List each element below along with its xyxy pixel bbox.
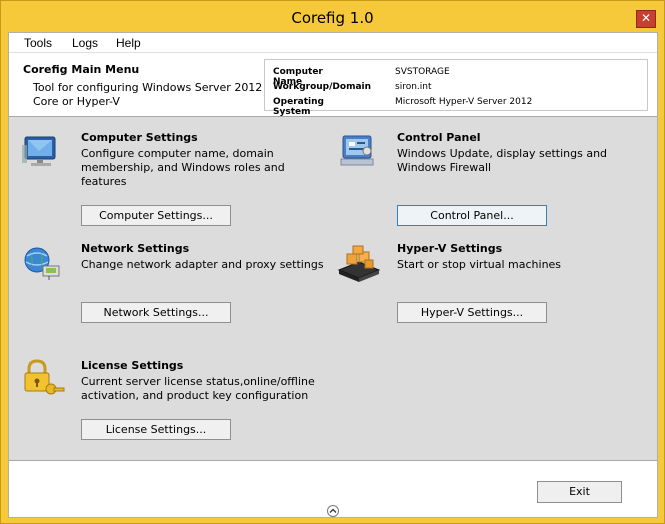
footer: Exit (9, 462, 657, 517)
menu-logs[interactable]: Logs (72, 36, 98, 50)
section-description: Windows Update, display settings and Win… (397, 147, 608, 174)
section-description: Current server license status,online/off… (81, 375, 315, 402)
section-description: Change network adapter and proxy setting… (81, 258, 324, 271)
menu-help[interactable]: Help (116, 36, 141, 50)
window-title: Corefig 1.0 (291, 9, 374, 27)
title-bar[interactable]: Corefig 1.0 ✕ (1, 1, 664, 31)
key-lock-icon (24, 359, 65, 395)
server-boxes-icon (337, 245, 381, 282)
info-label: Workgroup/Domain (273, 82, 372, 92)
header-panel: Corefig Main Menu Tool for configuring W… (9, 54, 657, 117)
computer-monitor-icon (22, 136, 56, 166)
settings-panel: Computer Settings Configure computer nam… (9, 116, 657, 461)
section-title: Network Settings (81, 242, 190, 255)
section-control-panel: Control Panel Windows Update, display se… (337, 131, 647, 231)
info-label: Operating System (273, 97, 324, 117)
section-title: Control Panel (397, 131, 481, 144)
info-value: SVSTORAGE (395, 67, 450, 77)
system-info-box: Computer Name SVSTORAGE Workgroup/Domain… (264, 59, 648, 117)
main-menu-description: Tool for configuring Windows Server 2012… (33, 81, 263, 108)
network-settings-button[interactable]: Network Settings... (81, 302, 231, 323)
client-area: Tools Logs Help Corefig Main Menu Tool f… (8, 32, 658, 518)
close-button[interactable]: ✕ (636, 10, 656, 28)
info-value: Microsoft Hyper-V Server 2012 (395, 97, 533, 107)
main-menu-title: Corefig Main Menu (23, 63, 140, 76)
network-globe-icon (24, 247, 60, 280)
menu-tools[interactable]: Tools (24, 36, 52, 50)
section-license-settings: License Settings Current server license … (21, 359, 341, 459)
control-panel-button[interactable]: Control Panel... (397, 205, 547, 226)
section-computer-settings: Computer Settings Configure computer nam… (21, 131, 331, 231)
hyperv-settings-button[interactable]: Hyper-V Settings... (397, 302, 547, 323)
control-panel-icon (340, 135, 374, 166)
section-hyperv-settings: Hyper-V Settings Start or stop virtual m… (337, 242, 647, 342)
computer-settings-button[interactable]: Computer Settings... (81, 205, 231, 226)
section-title: License Settings (81, 359, 184, 372)
section-description: Start or stop virtual machines (397, 258, 562, 271)
license-settings-button[interactable]: License Settings... (81, 419, 231, 440)
menu-bar: Tools Logs Help (9, 33, 657, 53)
section-title: Hyper-V Settings (397, 242, 503, 255)
exit-button[interactable]: Exit (537, 481, 622, 503)
chevron-up-icon[interactable] (325, 505, 341, 517)
info-value: siron.int (395, 82, 432, 92)
app-window: Corefig 1.0 ✕ Tools Logs Help Corefig Ma… (0, 0, 665, 524)
section-network-settings: Network Settings Change network adapter … (21, 242, 331, 342)
section-description: Configure computer name, domain membersh… (81, 147, 285, 188)
section-title: Computer Settings (81, 131, 198, 144)
